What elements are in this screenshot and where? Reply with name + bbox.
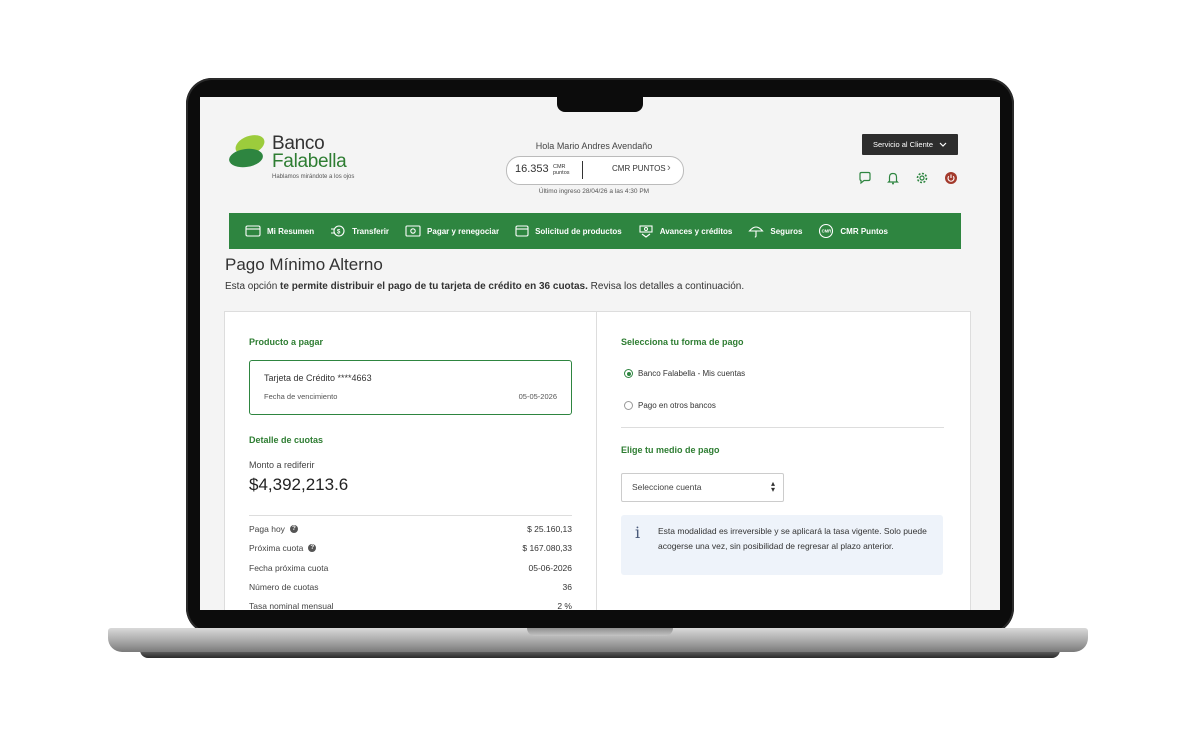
camera-notch	[557, 96, 643, 112]
product-name: Tarjeta de Crédito ****4663	[264, 373, 372, 383]
customer-service-label: Servicio al Cliente	[872, 140, 934, 149]
points-value: 16.353	[515, 163, 549, 175]
info-notice: i Esta modalidad es irreversible y se ap…	[621, 515, 943, 575]
nav-label: Seguros	[770, 226, 803, 236]
subtitle-highlight: te permite distribuir el pago de tu tarj…	[280, 281, 588, 292]
umbrella-icon	[748, 226, 765, 238]
main-nav: Mi Resumen $ Transferir Pagar y renegoci…	[229, 213, 961, 249]
last-login: Último ingreso 28/04/26 a las 4:30 PM	[538, 188, 650, 195]
radio-option-mis-cuentas[interactable]: Banco Falabella - Mis cuentas	[624, 369, 745, 378]
due-date-label: Fecha de vencimiento	[264, 392, 338, 401]
detail-section-title: Detalle de cuotas	[249, 435, 324, 445]
user-name: Mario Andres Avendaño	[556, 141, 653, 151]
nav-item-solicitud-de-productos[interactable]: Solicitud de productos	[515, 225, 622, 237]
radio-unselected[interactable]	[624, 401, 633, 410]
nav-item-pagar-y-renegociar[interactable]: Pagar y renegociar	[405, 225, 499, 237]
amount-value: $4,392,213.6	[249, 475, 349, 494]
bell-icon[interactable]	[886, 171, 900, 185]
nav-label: Transferir	[352, 226, 390, 236]
greeting: Hola Mario Andres Avendaño	[506, 141, 682, 151]
detail-label: Próxima cuota	[249, 543, 304, 553]
app-screen: Banco Falabella Hablamos mirándote a los…	[200, 97, 1000, 610]
right-divider	[621, 427, 944, 428]
detail-label: Fecha próxima cuota	[249, 563, 329, 573]
logo-text-falabella: Falabella	[272, 151, 347, 172]
subtitle-part-3: Revisa los detalles a continuación.	[587, 281, 745, 292]
detail-label: Paga hoy	[249, 524, 285, 534]
subtitle-part-1: Esta opción	[225, 281, 281, 292]
money-icon	[639, 225, 653, 238]
detail-row-paga-hoy: Paga hoy? $ 25.160,13	[249, 524, 572, 538]
info-text: Esta modalidad es irreversible y se apli…	[658, 526, 927, 551]
detail-value: $ 167.080,33	[522, 543, 572, 553]
select-arrows-icon: ▴ ▾	[770, 479, 775, 494]
card-divider	[596, 311, 597, 610]
nav-label: CMR Puntos	[840, 226, 888, 236]
info-icon: i	[635, 523, 641, 542]
card-icon	[515, 225, 529, 237]
radio-option-otros-bancos[interactable]: Pago en otros bancos	[624, 401, 716, 410]
payment-medium-title: Elige tu medio de pago	[621, 445, 720, 455]
detail-row-fecha-proxima-cuota: Fecha próxima cuota 05-06-2026	[249, 563, 572, 577]
radio-label: Banco Falabella - Mis cuentas	[638, 369, 746, 378]
nav-label: Avances y créditos	[659, 226, 733, 236]
nav-label: Mi Resumen	[267, 226, 315, 236]
nav-item-seguros[interactable]: Seguros	[748, 224, 802, 238]
chevron-right-icon: ›	[667, 162, 671, 174]
detail-row-numero-de-cuotas: Número de cuotas 36	[249, 582, 572, 596]
detail-value: 2 %	[557, 601, 572, 610]
detail-value: 05-06-2026	[528, 563, 572, 573]
power-icon[interactable]	[944, 171, 958, 185]
account-select[interactable]: Seleccione cuenta ▴ ▾	[621, 473, 784, 502]
nav-item-avances-y-creditos[interactable]: Avances y créditos	[638, 224, 733, 238]
logo-leaf-icon	[229, 135, 265, 168]
account-select-value: Seleccione cuenta	[632, 482, 702, 492]
svg-text:$: $	[337, 230, 341, 236]
nav-item-cmr-puntos[interactable]: CMR CMR Puntos	[818, 223, 888, 239]
page-title: Pago Mínimo Alterno	[225, 255, 383, 274]
greeting-prefix: Hola	[535, 141, 555, 151]
nav-item-mi-resumen[interactable]: Mi Resumen	[245, 225, 314, 237]
help-icon[interactable]: ?	[308, 544, 317, 552]
transfer-icon: $	[331, 225, 345, 237]
detail-label: Número de cuotas	[249, 582, 319, 592]
detail-row-tasa-nominal: Tasa nominal mensual 2 %	[249, 601, 572, 610]
radio-selected[interactable]	[624, 369, 633, 378]
points-separator	[582, 161, 583, 179]
chevron-down-icon	[939, 142, 947, 147]
product-section-title: Producto a pagar	[249, 337, 324, 347]
due-date: 05-05-2026	[518, 392, 557, 401]
page-subtitle: Esta opción te permite distribuir el pag…	[225, 281, 744, 292]
points-pill[interactable]: 16.353 CMR puntos CMR PUNTOS ›	[506, 156, 684, 185]
cmr-icon: CMR	[819, 223, 834, 239]
help-icon[interactable]: ?	[289, 525, 298, 533]
radio-label: Pago en otros bancos	[638, 401, 716, 410]
pay-form-title: Selecciona tu forma de pago	[621, 337, 744, 347]
laptop-base-groove	[527, 628, 673, 636]
bill-icon	[405, 225, 421, 237]
chat-icon[interactable]	[858, 171, 872, 185]
amount-label: Monto a rediferir	[249, 460, 315, 470]
nav-item-transferir[interactable]: $ Transferir	[330, 224, 389, 238]
nav-label: Pagar y renegociar	[427, 226, 500, 236]
detail-value: 36	[562, 582, 572, 592]
product-option[interactable]: Tarjeta de Crédito ****4663 Fecha de ven…	[249, 360, 572, 415]
logo-tagline: Hablamos mirándote a los ojos	[272, 174, 355, 180]
detail-value: $ 25.160,13	[527, 524, 572, 534]
nav-label: Solicitud de productos	[535, 226, 622, 236]
gear-icon[interactable]	[915, 171, 929, 185]
points-label: CMR PUNTOS	[612, 164, 666, 173]
detail-row-proxima-cuota: Próxima cuota? $ 167.080,33	[249, 543, 572, 557]
points-unit: CMR puntos	[553, 164, 577, 176]
points-unit-line2: puntos	[553, 170, 570, 176]
detail-label: Tasa nominal mensual	[249, 601, 334, 610]
card-icon	[245, 225, 261, 237]
detail-divider	[249, 515, 572, 516]
customer-service-button[interactable]: Servicio al Cliente	[862, 134, 958, 155]
svg-text:CMR: CMR	[822, 229, 832, 234]
